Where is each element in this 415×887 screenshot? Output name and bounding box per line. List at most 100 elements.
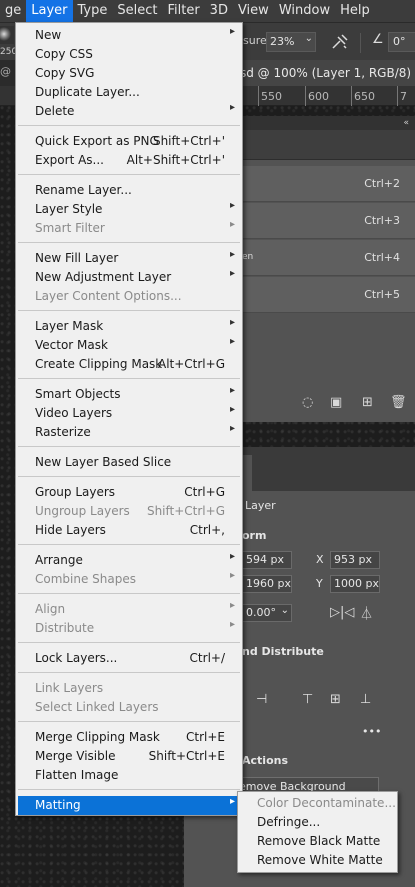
menu-item-ungroup-layers: Ungroup Layers Shift+Ctrl+G (16, 502, 242, 521)
flip-horizontal-icon[interactable]: ▷|◁ (330, 605, 354, 620)
menu-separator (18, 544, 240, 545)
menu-item-label: Align (35, 602, 66, 616)
menu-separator (18, 125, 240, 126)
menu-item-label: Flatten Image (35, 768, 119, 782)
menu-item-shortcut: Shift+Ctrl+' (152, 134, 225, 148)
menu-item-label: Vector Mask (35, 338, 108, 352)
align-bottom-edges-icon[interactable]: ⊥ (360, 692, 371, 707)
menu-separator (18, 593, 240, 594)
menu-item-matting[interactable]: Matting ▸ (18, 796, 240, 815)
y-label: Y (316, 577, 323, 590)
menu-item-export-as[interactable]: Export As... Alt+Shift+Ctrl+' (16, 151, 242, 170)
submenu-item-label: Color Decontaminate... (257, 796, 396, 810)
menubar-item-select[interactable]: Select (112, 0, 162, 22)
height-field[interactable]: 1960 px (242, 575, 292, 593)
menubar-item-layer[interactable]: Layer (26, 0, 73, 22)
menu-item-new-fill-layer[interactable]: New Fill Layer ▸ (16, 249, 242, 268)
menu-item-layer-mask[interactable]: Layer Mask ▸ (16, 317, 242, 336)
submenu-arrow-icon: ▸ (229, 570, 235, 581)
menu-item-copy-css[interactable]: Copy CSS (16, 45, 242, 64)
menu-separator (18, 378, 240, 379)
menu-item-smart-objects[interactable]: Smart Objects ▸ (16, 385, 242, 404)
menu-item-shortcut: Shift+Ctrl+G (146, 504, 225, 518)
menu-item-arrange[interactable]: Arrange ▸ (16, 551, 242, 570)
menubar: ge Layer Type Select Filter 3D View Window Help (0, 0, 415, 22)
menu-item-lock-layers[interactable]: Lock Layers... Ctrl+/ (16, 649, 242, 668)
airbrush-icon[interactable] (330, 32, 350, 52)
align-vertical-centers-icon[interactable]: ⊞ (330, 692, 341, 707)
angle-field[interactable]: 0.00° ⌄ (242, 604, 292, 622)
menu-item-label: Merge Clipping Mask (35, 730, 160, 744)
menu-item-video-layers[interactable]: Video Layers ▸ (16, 404, 242, 423)
angle-icon: ∠ (372, 32, 384, 47)
menu-item-new[interactable]: New ▸ (16, 26, 242, 45)
menu-item-group-layers[interactable]: Group Layers Ctrl+G (16, 483, 242, 502)
collapse-panel-icon[interactable]: « (403, 118, 409, 128)
menu-item-shortcut: Shift+Ctrl+E (148, 749, 225, 763)
menu-item-delete[interactable]: Delete ▸ (16, 102, 242, 121)
menu-item-label: Video Layers (35, 406, 113, 420)
menu-item-label: Group Layers (35, 485, 116, 499)
submenu-item-label: Defringe... (257, 815, 321, 829)
menu-item-merge-visible[interactable]: Merge Visible Shift+Ctrl+E (16, 747, 242, 766)
menu-item-rename-layer[interactable]: Rename Layer... (16, 181, 242, 200)
menubar-item-window[interactable]: Window (274, 0, 335, 22)
submenu-arrow-icon: ▸ (229, 619, 235, 630)
x-label: X (316, 553, 324, 566)
flip-vertical-icon[interactable]: ⏃ (360, 603, 373, 622)
trash-icon[interactable]: 🗑 (390, 395, 407, 410)
menubar-item-type[interactable]: Type (73, 0, 113, 22)
menu-item-label: Copy CSS (35, 47, 93, 61)
menu-item-flatten-image[interactable]: Flatten Image (16, 766, 242, 785)
menubar-item-help[interactable]: Help (335, 0, 375, 22)
menubar-item-filter[interactable]: Filter (162, 0, 204, 22)
channel-shortcut: Ctrl+4 (364, 251, 400, 264)
menu-item-hide-layers[interactable]: Hide Layers Ctrl+, (16, 521, 242, 540)
chevron-down-icon[interactable]: ⌄ (305, 33, 313, 44)
menu-item-copy-svg[interactable]: Copy SVG (16, 64, 242, 83)
y-field[interactable]: 1000 px (330, 575, 380, 593)
menubar-item-3d[interactable]: 3D (205, 0, 233, 22)
angle-value: 0.00° (246, 606, 276, 619)
menu-item-distribute: Distribute ▸ (16, 619, 242, 638)
width-field[interactable]: 594 px (242, 551, 292, 569)
menu-separator (18, 446, 240, 447)
menu-item-label: Layer Mask (35, 319, 104, 333)
menubar-item-ge[interactable]: ge (0, 0, 26, 22)
dotted-circle-icon[interactable]: ◌ (302, 395, 313, 410)
menu-item-new-layer-based-slice[interactable]: New Layer Based Slice (16, 453, 242, 472)
more-options-icon[interactable]: ••• (362, 725, 381, 738)
separator (360, 33, 361, 53)
submenu-item-remove-black-matte[interactable]: Remove Black Matte (238, 832, 397, 851)
menu-separator (18, 174, 240, 175)
menu-item-quick-export-as-png[interactable]: Quick Export as PNG Shift+Ctrl+' (16, 132, 242, 151)
menu-item-label: Smart Filter (35, 221, 105, 235)
mask-icon[interactable]: ▣ (330, 395, 342, 410)
brush-preset-icon[interactable] (0, 26, 14, 44)
menu-separator (18, 310, 240, 311)
layer-kind-label: Layer (245, 499, 276, 512)
pressure-value: 23% (270, 35, 295, 48)
menu-item-rasterize[interactable]: Rasterize ▸ (16, 423, 242, 442)
menu-item-create-clipping-mask[interactable]: Create Clipping Mask Alt+Ctrl+G (16, 355, 242, 374)
menubar-item-view[interactable]: View (233, 0, 274, 22)
x-field[interactable]: 953 px (330, 551, 380, 569)
align-right-edges-icon[interactable]: ⊣ (256, 692, 267, 707)
quick-actions-heading: Actions (242, 754, 288, 767)
new-channel-icon[interactable]: ⊞ (362, 395, 373, 410)
menu-item-layer-style[interactable]: Layer Style ▸ (16, 200, 242, 219)
angle-field[interactable]: 0° (388, 32, 415, 52)
submenu-item-defringe[interactable]: Defringe... (238, 813, 397, 832)
channel-shortcut: Ctrl+2 (364, 177, 400, 190)
align-top-edges-icon[interactable]: ⊤ (302, 692, 313, 707)
document-tab[interactable]: sd @ 100% (Layer 1, RGB/8) * × (236, 60, 415, 86)
menu-item-merge-clipping-mask[interactable]: Merge Clipping Mask Ctrl+E (16, 728, 242, 747)
menu-item-shortcut: Ctrl+G (184, 485, 225, 499)
pressure-field[interactable]: 23% ⌄ (266, 32, 316, 52)
menu-item-new-adjustment-layer[interactable]: New Adjustment Layer ▸ (16, 268, 242, 287)
submenu-item-remove-white-matte[interactable]: Remove White Matte (238, 851, 397, 870)
menu-item-duplicate-layer[interactable]: Duplicate Layer... (16, 83, 242, 102)
chevron-down-icon[interactable]: ⌄ (281, 605, 289, 616)
menu-item-label: New Fill Layer (35, 251, 119, 265)
menu-item-vector-mask[interactable]: Vector Mask ▸ (16, 336, 242, 355)
